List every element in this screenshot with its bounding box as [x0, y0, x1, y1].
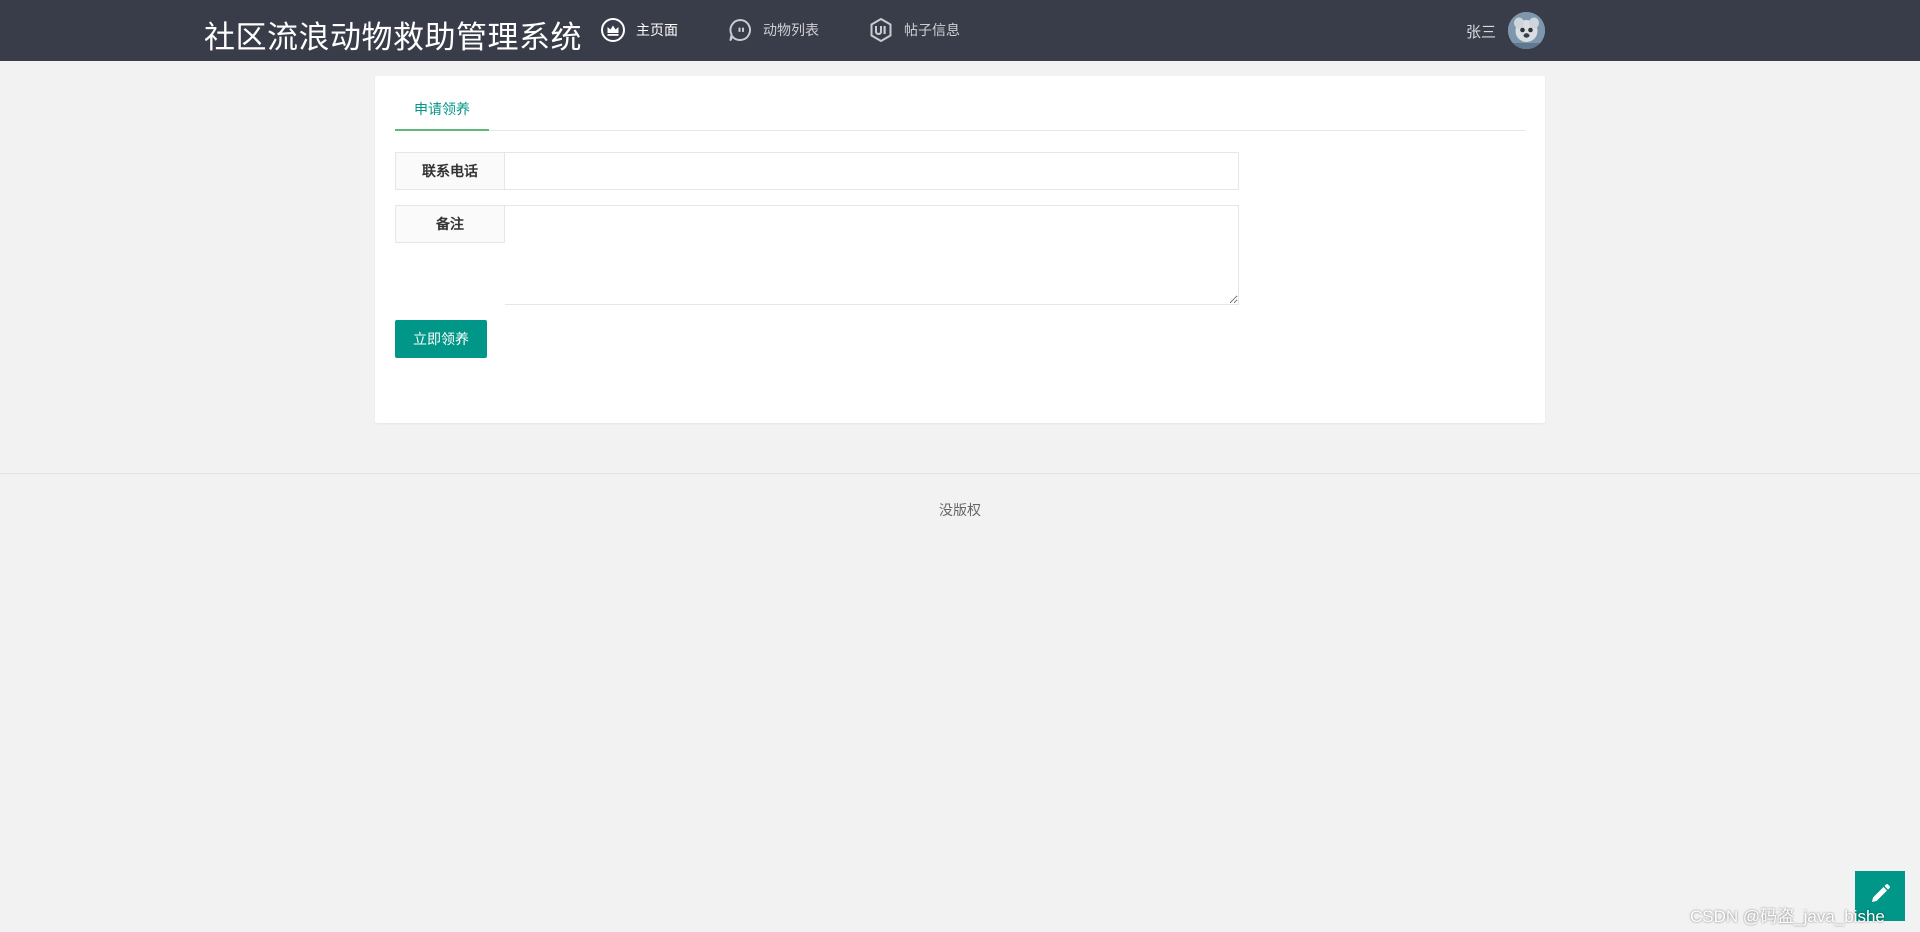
- tab-apply-adoption[interactable]: 申请领养: [395, 89, 489, 131]
- app-title: 社区流浪动物救助管理系统: [204, 20, 582, 56]
- nav-item-label: 动物列表: [763, 22, 819, 38]
- chat-bubble-icon: [727, 17, 753, 43]
- nav-item-label: 帖子信息: [904, 22, 960, 38]
- nav-item-posts[interactable]: 帖子信息: [868, 17, 960, 43]
- note-textarea[interactable]: [505, 205, 1239, 305]
- nav-item-home[interactable]: 主页面: [600, 17, 678, 43]
- adopt-now-button[interactable]: 立即领养: [395, 320, 487, 358]
- phone-input[interactable]: [505, 152, 1239, 190]
- nav-item-animal-list[interactable]: 动物列表: [727, 17, 819, 43]
- phone-form-row: 联系电话: [395, 152, 1239, 190]
- avatar[interactable]: [1508, 12, 1545, 49]
- csdn-watermark: CSDN @码盗_java_bishe: [1690, 907, 1885, 926]
- phone-label: 联系电话: [395, 152, 505, 190]
- crown-icon: [600, 17, 626, 43]
- footer-divider: [0, 473, 1920, 474]
- nav-item-label: 主页面: [636, 22, 678, 38]
- tab-bar: 申请领养: [395, 89, 1525, 131]
- footer-copyright: 没版权: [939, 502, 981, 518]
- note-form-row: 备注: [395, 205, 1239, 305]
- note-label: 备注: [395, 205, 505, 243]
- top-navbar: 社区流浪动物救助管理系统 主页面 动物列表 帖子信息 张三: [0, 0, 1920, 61]
- user-name[interactable]: 张三: [1466, 21, 1496, 42]
- adoption-card: 申请领养 联系电话 备注 立即领养: [375, 76, 1545, 423]
- ui-shield-icon: [868, 17, 894, 43]
